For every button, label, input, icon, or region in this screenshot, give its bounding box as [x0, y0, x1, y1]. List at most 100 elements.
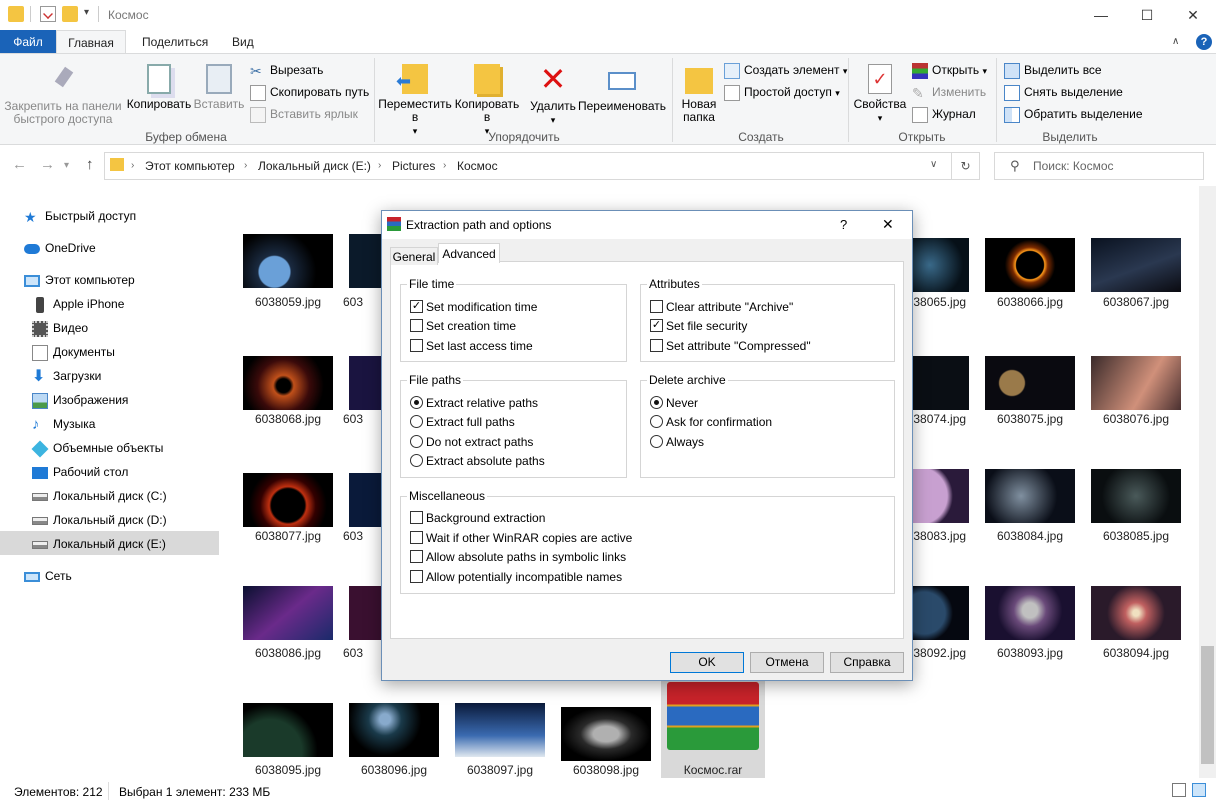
maximize-button[interactable]: ☐: [1124, 0, 1170, 30]
breadcrumb-pictures[interactable]: Pictures: [392, 159, 435, 173]
nav-iphone[interactable]: Apple iPhone: [32, 292, 124, 316]
radio-extract-absolute-paths[interactable]: Extract absolute paths: [410, 451, 545, 471]
tab-advanced[interactable]: Advanced: [438, 243, 500, 263]
radio[interactable]: [650, 435, 663, 449]
pin-quick-access-button[interactable]: Закрепить на панели быстрого доступа: [4, 64, 122, 126]
radio-ask-for-confirmation[interactable]: Ask for confirmation: [650, 412, 772, 432]
new-item-button[interactable]: Создать элемент ▾: [724, 60, 847, 80]
radio-extract-full-paths[interactable]: Extract full paths: [410, 412, 515, 432]
thumbnail[interactable]: [349, 703, 439, 757]
thumbnail[interactable]: [243, 586, 333, 640]
delete-button[interactable]: ✕ Удалить ▾: [528, 63, 578, 127]
history-button[interactable]: Журнал: [912, 104, 976, 124]
thumbnail[interactable]: [913, 238, 969, 292]
file-name-selected[interactable]: Космос.rar: [661, 763, 765, 777]
checkbox[interactable]: [410, 550, 423, 564]
thumbnail[interactable]: [913, 469, 969, 523]
properties-button[interactable]: ✓ Свойства ▾: [852, 64, 908, 125]
thumbnail[interactable]: [243, 234, 333, 288]
details-view-icon[interactable]: [1172, 783, 1186, 797]
checkbox-checked[interactable]: ✓: [410, 300, 423, 314]
checkbox[interactable]: [410, 339, 423, 353]
forward-arrow-icon[interactable]: →: [40, 156, 55, 173]
radio-never[interactable]: Never: [650, 393, 698, 413]
nav-disk-e[interactable]: Локальный диск (E:): [32, 532, 166, 556]
checkbox-allow-absolute-symlinks[interactable]: Allow absolute paths in symbolic links: [410, 547, 626, 567]
move-to-button[interactable]: ⬅ Переместить в ▾: [378, 64, 452, 138]
close-button[interactable]: ✕: [1170, 0, 1216, 30]
radio-selected[interactable]: [410, 396, 423, 410]
file-name[interactable]: 603: [341, 646, 365, 660]
cancel-button[interactable]: Отмена: [750, 652, 824, 673]
checkbox[interactable]: [410, 511, 423, 525]
checkbox-set-compressed[interactable]: Set attribute "Compressed": [650, 336, 811, 356]
nav-pictures[interactable]: Изображения: [32, 388, 128, 412]
large-icons-view-icon[interactable]: [1192, 783, 1206, 797]
file-name[interactable]: 6038093.jpg: [977, 646, 1083, 660]
nav-onedrive[interactable]: OneDrive: [24, 236, 96, 260]
file-name[interactable]: 603: [341, 529, 365, 543]
checkbox[interactable]: [410, 319, 423, 333]
radio-selected[interactable]: [650, 396, 663, 410]
breadcrumb-kosmos[interactable]: Космос: [457, 159, 498, 173]
nav-video[interactable]: Видео: [32, 316, 88, 340]
radio-extract-relative-paths[interactable]: Extract relative paths: [410, 393, 538, 413]
file-name[interactable]: 6038068.jpg: [235, 412, 341, 426]
thumbnail[interactable]: [985, 238, 1075, 292]
checkbox-wait-other-copies[interactable]: Wait if other WinRAR copies are active: [410, 528, 632, 548]
file-name[interactable]: 603: [341, 295, 365, 309]
file-name[interactable]: 6038097.jpg: [447, 763, 553, 777]
chevron-right-icon[interactable]: ›: [131, 160, 134, 171]
nav-this-pc[interactable]: Этот компьютер: [24, 268, 135, 292]
paste-shortcut-button[interactable]: Вставить ярлык: [250, 104, 358, 124]
checkbox-clear-archive[interactable]: Clear attribute "Archive": [650, 297, 793, 317]
thumbnail[interactable]: [243, 703, 333, 757]
search-input[interactable]: Поиск: Космос: [994, 152, 1204, 180]
copy-path-button[interactable]: Скопировать путь: [250, 82, 369, 102]
chevron-up-icon[interactable]: ∧: [1172, 36, 1179, 47]
chevron-right-icon[interactable]: ›: [378, 160, 381, 171]
thumbnail[interactable]: [1091, 469, 1181, 523]
thumbnail[interactable]: [913, 586, 969, 640]
nav-disk-d[interactable]: Локальный диск (D:): [32, 508, 167, 532]
checkbox-set-last-access-time[interactable]: Set last access time: [410, 336, 533, 356]
nav-network[interactable]: Сеть: [24, 564, 72, 588]
thumbnail[interactable]: [985, 586, 1075, 640]
dialog-close-button[interactable]: ✕: [882, 216, 894, 233]
cut-button[interactable]: ✂ Вырезать: [250, 60, 323, 80]
minimize-button[interactable]: —: [1078, 0, 1124, 30]
thumbnail[interactable]: [561, 707, 651, 761]
help-icon[interactable]: ?: [1196, 34, 1212, 50]
ok-button[interactable]: OK: [670, 652, 744, 673]
thumbnail[interactable]: [243, 356, 333, 410]
file-name[interactable]: 603: [341, 412, 365, 426]
thumbnail[interactable]: [349, 234, 381, 288]
paste-button[interactable]: Вставить: [192, 64, 246, 111]
radio-do-not-extract-paths[interactable]: Do not extract paths: [410, 432, 533, 452]
thumbnail[interactable]: [349, 586, 381, 640]
chevron-down-icon[interactable]: ∨: [930, 159, 937, 170]
scrollbar-thumb[interactable]: [1201, 646, 1214, 764]
file-name[interactable]: 6038059.jpg: [235, 295, 341, 309]
customize-quick-access-icon[interactable]: ▾: [84, 7, 89, 18]
file-name[interactable]: 6038098.jpg: [553, 763, 659, 777]
dialog-help-button[interactable]: ?: [840, 217, 847, 232]
nav-desktop[interactable]: Рабочий стол: [32, 460, 128, 484]
tab-view[interactable]: Вид: [218, 30, 268, 54]
rename-button[interactable]: Переименовать: [578, 64, 666, 113]
file-name[interactable]: 6038067.jpg: [1083, 295, 1189, 309]
file-name[interactable]: 6038096.jpg: [341, 763, 447, 777]
checkbox-checked[interactable]: ✓: [650, 319, 663, 333]
file-name[interactable]: 6038066.jpg: [977, 295, 1083, 309]
properties-quick-icon[interactable]: [40, 6, 56, 22]
thumbnail[interactable]: [243, 473, 333, 527]
checkbox[interactable]: [650, 300, 663, 314]
nav-disk-c[interactable]: Локальный диск (C:): [32, 484, 167, 508]
edit-button[interactable]: ✎ Изменить: [912, 82, 986, 102]
new-folder-quick-icon[interactable]: [62, 6, 78, 22]
breadcrumb-disk-e[interactable]: Локальный диск (E:): [258, 159, 371, 173]
thumbnail[interactable]: [349, 473, 381, 527]
open-button[interactable]: Открыть ▾: [912, 60, 987, 80]
thumbnail[interactable]: [1091, 238, 1181, 292]
copy-button[interactable]: Копировать: [126, 64, 192, 111]
